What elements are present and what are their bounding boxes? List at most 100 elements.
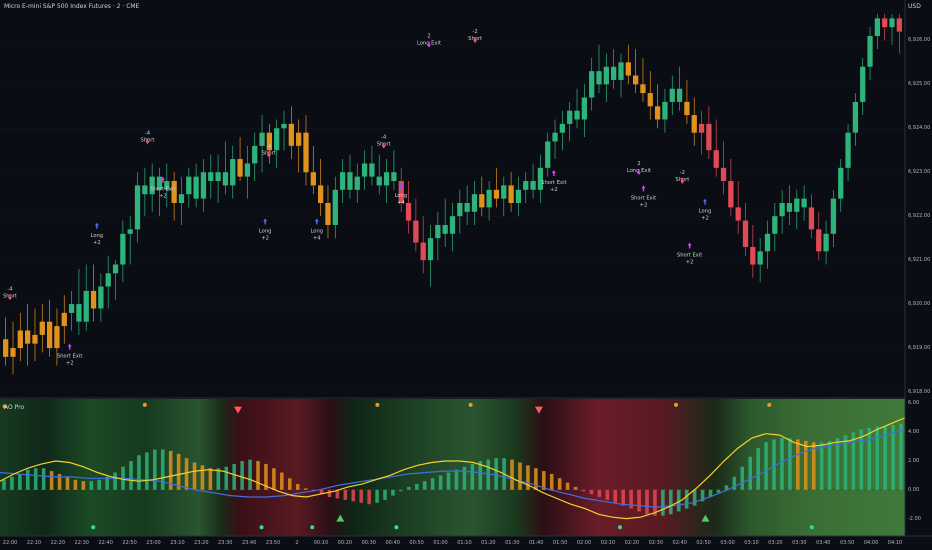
candle-body <box>845 132 851 168</box>
candle-body <box>713 150 719 168</box>
candle-body <box>545 141 551 168</box>
time-tick: 2 <box>295 540 299 546</box>
candle-body <box>435 224 441 239</box>
candle-body <box>786 203 793 212</box>
candle-body <box>640 84 646 94</box>
candle-body <box>244 163 251 177</box>
candle-body <box>76 304 82 322</box>
time-tick: 02:40 <box>672 540 687 546</box>
price-tick: 6,921.00 <box>908 257 931 264</box>
candle-body <box>230 159 236 186</box>
indicator-trend-bands <box>0 399 905 536</box>
candle-body <box>508 185 514 203</box>
candle-body <box>874 18 880 36</box>
price-tick: 6,926.00 <box>908 37 931 44</box>
candle-body <box>603 66 609 85</box>
time-tick: 03:10 <box>744 540 759 546</box>
candle-body <box>896 18 902 32</box>
candle-body <box>691 115 697 133</box>
candle-body <box>332 189 338 225</box>
candle-body <box>618 62 624 80</box>
trend-band <box>0 399 905 536</box>
signal-label: -4 <box>145 130 151 136</box>
candle-body <box>801 198 807 208</box>
signal-label: Long <box>91 233 104 239</box>
candle-body <box>376 176 382 186</box>
bottom-signal-dot <box>809 525 814 530</box>
bottom-signal-dot <box>91 525 96 530</box>
candle-body <box>98 286 104 309</box>
candle-body <box>215 172 221 182</box>
candle-body <box>46 321 53 349</box>
signal-label: -4 <box>7 286 13 292</box>
candle-body <box>120 233 126 265</box>
time-tick: 01:20 <box>481 540 496 546</box>
signal-label: +2 <box>66 361 74 367</box>
candle-body <box>325 203 331 225</box>
candle-body <box>706 123 712 151</box>
price-tick: 6,925.00 <box>908 81 931 88</box>
candle-body <box>391 172 397 182</box>
candle-body <box>90 290 97 309</box>
time-tick: 22:50 <box>122 540 137 546</box>
time-tick: 23:10 <box>170 540 185 546</box>
price-tick: 6,924.00 <box>908 125 931 132</box>
candle-body <box>757 251 763 265</box>
indicator-name[interactable]: AO Pro <box>4 404 24 411</box>
candle-body <box>830 198 837 234</box>
candle-body <box>647 93 653 107</box>
top-signal-dot <box>674 402 679 407</box>
symbol-title[interactable]: Micro E-mini S&P 500 Index Futures · 2 ·… <box>4 3 139 10</box>
indicator-tick: -2.00 <box>908 515 921 522</box>
candle-body <box>552 132 558 142</box>
candle-body <box>112 264 119 274</box>
time-tick: 22:10 <box>26 540 42 546</box>
candle-body <box>515 189 522 203</box>
candle-body <box>420 242 426 261</box>
candle-body <box>413 220 419 243</box>
signal-label: Long <box>395 193 408 199</box>
candle-body <box>662 101 668 120</box>
signal-label: 2 <box>637 161 640 167</box>
currency-label[interactable]: USD <box>908 3 921 10</box>
candle-body <box>574 110 580 120</box>
candle-body <box>339 172 346 190</box>
candle-body <box>193 176 199 199</box>
candle-body <box>493 189 500 199</box>
candle-body <box>537 167 544 190</box>
signal-label: -4 <box>266 143 272 149</box>
price-tick: 6,922.00 <box>908 213 931 220</box>
candle-body <box>259 132 265 146</box>
candle-body <box>186 176 192 195</box>
candle-body <box>654 106 661 120</box>
time-tick: 01:40 <box>528 540 544 546</box>
candle-body <box>142 185 148 195</box>
candle-body <box>222 172 229 186</box>
signal-label: +2 <box>261 235 269 241</box>
candle-body <box>735 207 741 221</box>
candle-body <box>383 172 390 186</box>
time-tick: 02:30 <box>648 540 664 546</box>
candle-body <box>479 194 485 208</box>
signal-label: +4 <box>397 200 405 206</box>
time-tick: 22:40 <box>98 540 113 546</box>
candle-body <box>54 326 60 349</box>
time-tick: 04:10 <box>887 540 903 546</box>
candle-body <box>530 181 536 190</box>
candle-body <box>296 132 302 146</box>
time-tick: 03:20 <box>768 540 783 546</box>
candle-body <box>178 194 185 203</box>
signal-label: Short Exit <box>57 354 82 360</box>
time-tick: 00:10 <box>313 540 329 546</box>
signal-label: Long <box>310 228 323 234</box>
time-tick: 01:00 <box>433 540 448 546</box>
candle-body <box>354 176 360 190</box>
time-tick: 04:00 <box>863 540 879 546</box>
candle-body <box>237 159 243 177</box>
time-tick: 03:40 <box>816 540 831 546</box>
candle-body <box>867 35 873 67</box>
chart-canvas[interactable]: -4ShortShort Exit+2Long+2-4ShortShort Ex… <box>0 0 932 550</box>
candle-body <box>457 203 463 217</box>
signal-label: 2 <box>427 34 430 40</box>
candle-body <box>720 167 727 182</box>
